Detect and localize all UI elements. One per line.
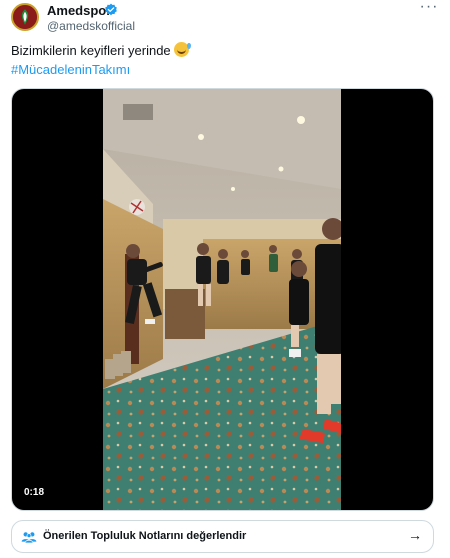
- video-player[interactable]: 0:18: [11, 88, 434, 511]
- sweat-smile-emoji-icon: [173, 42, 191, 57]
- people-icon: [21, 532, 37, 544]
- community-notes-label: Önerilen Topluluk Notlarını değerlendir: [43, 530, 247, 542]
- author-name[interactable]: Amedspor: [47, 3, 111, 18]
- author-handle[interactable]: @amedskofficial: [47, 19, 135, 33]
- video-timestamp: 0:18: [19, 485, 50, 500]
- more-options-icon[interactable]: ···: [419, 0, 439, 18]
- hashtag-link[interactable]: #MücadeleninTakımı: [11, 60, 130, 79]
- avatar[interactable]: [11, 3, 39, 31]
- video-still-image: [103, 89, 341, 510]
- video-frame: [103, 89, 341, 510]
- club-crest-icon: [13, 5, 37, 29]
- community-notes-button[interactable]: Önerilen Topluluk Notlarını değerlendir …: [11, 520, 434, 553]
- post-text: Bizimkilerin keyifleri yerinde: [11, 43, 171, 58]
- tweet-card: Amedspor @amedskofficial ··· Bizimkileri…: [0, 0, 450, 558]
- verified-badge-icon: [105, 3, 117, 16]
- arrow-right-icon: →: [408, 527, 422, 543]
- post-text-line: Bizimkilerin keyifleri yerinde: [11, 41, 191, 60]
